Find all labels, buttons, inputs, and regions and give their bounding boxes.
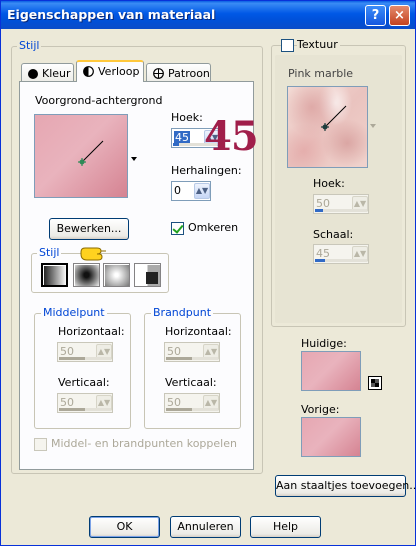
textuur-label[interactable]: Textuur (297, 38, 340, 51)
tab-verloop[interactable]: Verloop (76, 60, 144, 82)
help-button[interactable]: Help (250, 516, 321, 538)
hoek-label: Hoek: (171, 111, 203, 124)
texture-dropdown-arrow (370, 124, 376, 128)
stijl-group-label: Stijl (17, 39, 42, 52)
texture-hoek-label: Hoek: (313, 177, 345, 190)
middelpunt-horizontaal-spinbox: 50 ▲▼ (57, 342, 113, 362)
brandpunt-verticaal-spinbox: 50 ▲▼ (164, 393, 220, 413)
help-title-button[interactable]: ? (365, 5, 386, 26)
texture-schaal-spinbox: 45 ▲▼ (313, 244, 369, 264)
hoek-slider-fill (173, 143, 179, 146)
huidige-label: Huidige: (301, 337, 347, 350)
gradient-name: Voorgrond-achtergrond (35, 94, 163, 107)
middelpunt-horizontaal-label: Horizontaal: (58, 325, 125, 338)
tab-kleur-label: Kleur (42, 67, 71, 80)
annotation-45: 45 (204, 113, 259, 160)
current-swatch (301, 351, 361, 391)
stijl-sub-label: Stijl (37, 246, 62, 259)
brandpunt-label: Brandpunt (151, 306, 214, 319)
brandpunt-horizontaal-spinbox: 50 ▲▼ (164, 342, 220, 362)
tab-patroon-label: Patroon (168, 67, 210, 80)
tab-patroon[interactable]: Patroon (146, 63, 211, 83)
title-bar[interactable]: Eigenschappen van materiaal ? × (1, 1, 415, 29)
koppelen-label: Middel- en brandpunten koppelen (51, 437, 237, 450)
middelpunt-verticaal-spinbox: 50 ▲▼ (57, 393, 113, 413)
herhalingen-spinbox[interactable]: 0 ▲▼ (171, 181, 211, 201)
window-title: Eigenschappen van materiaal (7, 7, 216, 22)
cancel-button[interactable]: Annuleren (170, 516, 241, 538)
linear-style-button[interactable] (41, 263, 68, 287)
herhalingen-value[interactable]: 0 (174, 184, 181, 197)
add-to-swatches-button[interactable]: Aan staaltjes toevoegen... (275, 475, 416, 497)
herhalingen-label: Herhalingen: (171, 164, 242, 177)
radial-style-button[interactable] (103, 263, 130, 287)
gradient-dropdown-arrow[interactable] (131, 157, 137, 161)
rectangular-style-button[interactable] (73, 263, 100, 287)
middelpunt-label: Middelpunt (41, 306, 107, 319)
koppelen-checkbox (34, 438, 47, 451)
brandpunt-verticaal-label: Verticaal: (165, 376, 217, 389)
gradient-preview[interactable] (34, 114, 128, 198)
half-circle-icon (83, 66, 94, 80)
textuur-checkbox[interactable] (281, 39, 294, 52)
texture-schaal-label: Schaal: (313, 228, 354, 241)
previous-swatch[interactable] (301, 417, 361, 457)
tab-kleur[interactable]: Kleur (21, 63, 74, 83)
close-button[interactable]: × (389, 5, 410, 26)
herhalingen-spin-icon[interactable]: ▲▼ (194, 183, 210, 199)
hand-pointer-icon (80, 247, 106, 261)
brandpunt-horizontaal-label: Horizontaal: (165, 325, 232, 338)
texture-hoek-spinbox: 50 ▲▼ (313, 194, 369, 214)
middelpunt-verticaal-label: Verticaal: (58, 376, 110, 389)
swatch-swap-icon[interactable] (368, 376, 382, 390)
material-properties-dialog: Eigenschappen van materiaal ? × Stijl Kl… (0, 0, 416, 546)
texture-preview (287, 86, 368, 168)
pattern-icon (153, 68, 164, 82)
texture-angle-indicator (321, 105, 347, 131)
bewerken-button[interactable]: Bewerken... (49, 218, 129, 240)
texture-name: Pink marble (288, 67, 354, 80)
ok-button[interactable]: OK (89, 516, 160, 538)
omkeren-checkbox[interactable] (171, 222, 184, 235)
tab-verloop-label: Verloop (98, 65, 140, 78)
gradient-angle-indicator (78, 140, 104, 166)
vorige-label: Vorige: (301, 403, 340, 416)
sunburst-style-button[interactable] (134, 263, 161, 287)
omkeren-label[interactable]: Omkeren (188, 221, 238, 234)
